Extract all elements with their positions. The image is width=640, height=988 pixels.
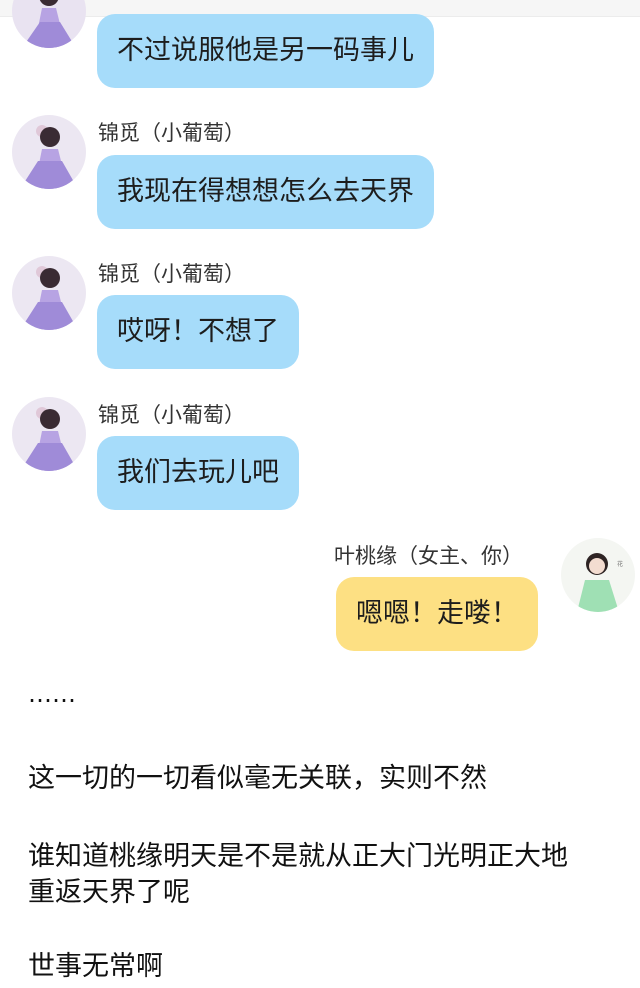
avatar-jinmi[interactable]: [12, 0, 86, 48]
message-bubble: 不过说服他是另一码事儿: [97, 14, 434, 88]
message-bubble: 嗯嗯！走喽！: [336, 577, 538, 651]
avatar-jinmi[interactable]: [12, 115, 86, 189]
message-bubble: 我们去玩儿吧: [97, 436, 299, 510]
message-bubble: 我现在得想想怎么去天界: [97, 155, 434, 229]
avatar-yetaoyuan[interactable]: 花: [561, 538, 635, 612]
paragraph: 谁知道桃缘明天是不是就从正大门光明正大地: [28, 841, 568, 872]
sender-name: 叶桃缘（女主、你）: [334, 544, 523, 568]
sender-name: 锦觅（小葡萄）: [98, 403, 245, 427]
paragraph: 这一切的一切看似毫无关联，实则不然: [28, 763, 487, 794]
sender-name: 锦觅（小葡萄）: [98, 121, 245, 145]
paragraph: 重返天界了呢: [28, 877, 190, 908]
sender-name: 锦觅（小葡萄）: [98, 262, 245, 286]
avatar-jinmi[interactable]: [12, 256, 86, 330]
svg-text:花: 花: [617, 560, 623, 568]
avatar-jinmi[interactable]: [12, 397, 86, 471]
paragraph: 世事无常啊: [28, 951, 163, 982]
ellipsis-text: ……: [28, 680, 76, 708]
message-bubble: 哎呀！不想了: [97, 295, 299, 369]
